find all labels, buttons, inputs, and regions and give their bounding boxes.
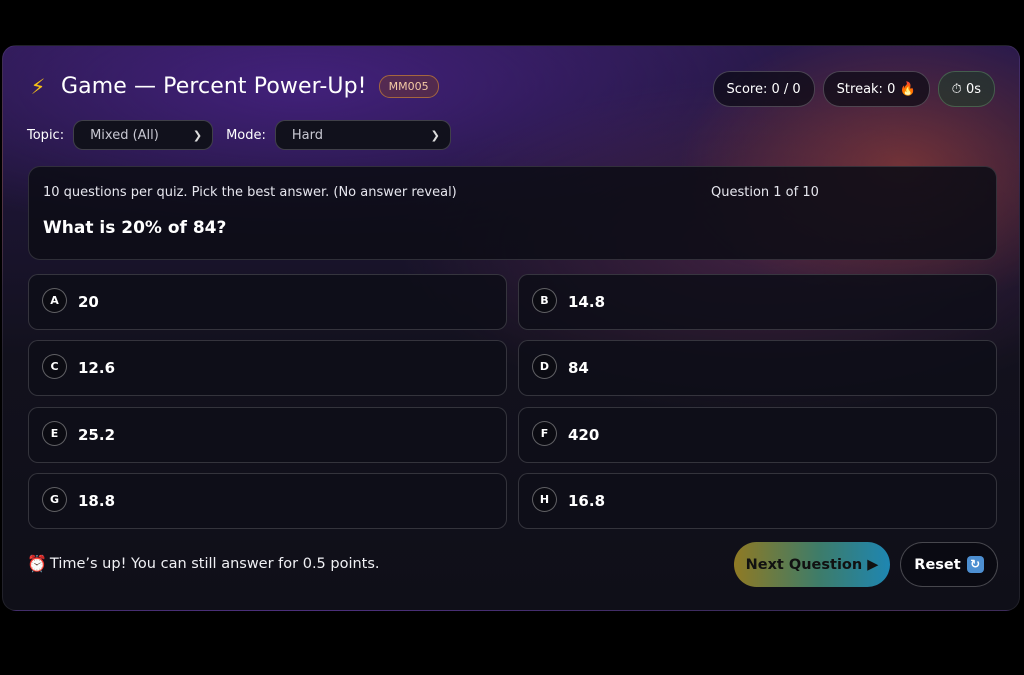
answer-option-g[interactable]: G 18.8 [28, 473, 507, 529]
answer-letter: C [42, 353, 67, 379]
question-counter: Question 1 of 10 [711, 185, 819, 200]
title-row: ⚡ Game — Percent Power-Up! MM005 [27, 74, 439, 99]
refresh-icon: ↻ [966, 556, 984, 573]
answer-text: 84 [568, 359, 589, 377]
alarm-clock-icon: ⏰ [27, 554, 47, 573]
reset-button[interactable]: Reset ↻ [900, 542, 998, 587]
question-text: What is 20% of 84? [43, 218, 227, 238]
next-question-button[interactable]: Next Question ▶ [734, 542, 890, 587]
answer-option-h[interactable]: H 16.8 [518, 473, 997, 529]
answer-option-c[interactable]: C 12.6 [28, 340, 507, 396]
question-panel: 10 questions per quiz. Pick the best ans… [28, 166, 997, 260]
game-code-badge: MM005 [378, 75, 439, 98]
answer-text: 12.6 [78, 359, 116, 377]
mode-label: Mode: [226, 127, 266, 143]
timer-pill: ⏱ 0s [937, 71, 995, 107]
answer-letter: D [532, 353, 557, 379]
answer-text: 25.2 [78, 426, 116, 444]
answer-option-d[interactable]: D 84 [518, 340, 997, 396]
answer-letter: E [42, 420, 67, 446]
chevron-down-icon: ❯ [430, 128, 440, 142]
game-card: ⚡ Game — Percent Power-Up! MM005 Score: … [2, 45, 1020, 611]
quiz-instructions: 10 questions per quiz. Pick the best ans… [43, 185, 457, 200]
stats-bar: Score: 0 / 0 Streak: 0 🔥 ⏱ 0s [712, 71, 995, 107]
streak-pill: Streak: 0 🔥 [822, 71, 930, 107]
answer-text: 14.8 [568, 293, 606, 311]
chevron-down-icon: ❯ [192, 128, 203, 142]
answer-text: 20 [78, 293, 99, 311]
game-title: Game — Percent Power-Up! [61, 74, 367, 99]
answer-letter: F [532, 420, 557, 446]
answer-option-a[interactable]: A 20 [28, 274, 507, 330]
score-pill: Score: 0 / 0 [712, 71, 815, 107]
answer-letter: H [532, 486, 557, 512]
answer-option-f[interactable]: F 420 [518, 407, 997, 463]
mode-select[interactable]: Hard ❯ [274, 120, 451, 150]
topic-select-value: Mixed (All) [90, 127, 159, 143]
answer-option-e[interactable]: E 25.2 [28, 407, 507, 463]
answer-option-b[interactable]: B 14.8 [518, 274, 997, 330]
topic-label: Topic: [27, 127, 65, 143]
reset-button-label: Reset [914, 556, 961, 573]
answer-letter: B [532, 287, 557, 313]
lightning-icon: ⚡ [30, 74, 46, 99]
status-message: ⏰ Time’s up! You can still answer for 0.… [27, 554, 380, 573]
mode-select-value: Hard [291, 127, 324, 143]
answer-letter: A [42, 287, 67, 313]
status-message-text: Time’s up! You can still answer for 0.5 … [49, 555, 380, 572]
quiz-controls: Topic: Mixed (All) ❯ Mode: Hard ❯ [27, 120, 451, 150]
answer-text: 16.8 [568, 492, 606, 510]
answer-text: 18.8 [78, 492, 116, 510]
answer-text: 420 [568, 426, 600, 444]
topic-select[interactable]: Mixed (All) ❯ [73, 120, 214, 150]
answer-letter: G [42, 486, 67, 512]
